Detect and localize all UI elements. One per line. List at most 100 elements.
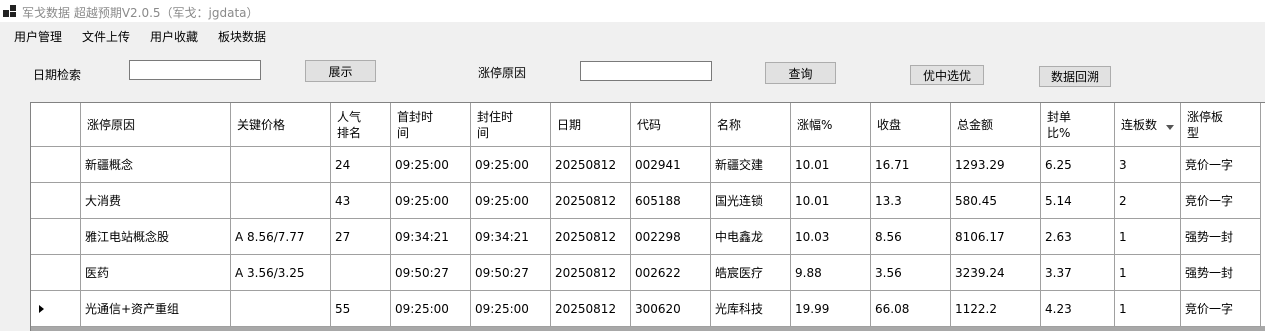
cell-key-price[interactable]: A 3.56/3.25 (231, 255, 331, 291)
cell-total-amount[interactable]: 8106.17 (951, 219, 1041, 255)
cell-close[interactable]: 13.3 (871, 183, 951, 219)
column-header-limit-reason[interactable]: 涨停原因 (81, 103, 231, 147)
cell-seal-ratio[interactable]: 2.63 (1041, 219, 1115, 255)
cell-popularity-rank[interactable] (331, 255, 391, 291)
menu-file-upload[interactable]: 文件上传 (82, 28, 130, 45)
cell-limit-reason[interactable]: 大消费 (81, 183, 231, 219)
cell-change-pct[interactable]: 10.01 (791, 147, 871, 183)
cell-key-price[interactable] (231, 291, 331, 327)
cell-name[interactable]: 中电鑫龙 (711, 219, 791, 255)
cell-name[interactable]: 新疆交建 (711, 147, 791, 183)
column-header-close[interactable]: 收盘 (871, 103, 951, 147)
cell-close[interactable]: 8.56 (871, 219, 951, 255)
column-header-change-pct[interactable]: 涨幅% (791, 103, 871, 147)
row-header[interactable] (31, 291, 81, 327)
cell-seal-ratio[interactable]: 6.25 (1041, 147, 1115, 183)
cell-date[interactable]: 20250812 (551, 255, 631, 291)
cell-seal-time[interactable]: 09:25:00 (471, 183, 551, 219)
cell-key-price[interactable]: A 8.56/7.77 (231, 219, 331, 255)
cell-total-amount[interactable]: 3239.24 (951, 255, 1041, 291)
limit-up-table[interactable]: 涨停原因 关键价格 人气 排名 首封时 间 封住时 间 日期 代码 名称 涨幅% 收盘 总金额 封单 … (30, 102, 1265, 331)
row-header[interactable] (31, 183, 81, 219)
cell-total-amount[interactable]: 1293.29 (951, 147, 1041, 183)
cell-consecutive-boards[interactable]: 1 (1115, 291, 1181, 327)
cell-change-pct[interactable]: 9.88 (791, 255, 871, 291)
menu-sector-data[interactable]: 板块数据 (218, 28, 266, 45)
row-header[interactable] (31, 219, 81, 255)
cell-popularity-rank[interactable]: 43 (331, 183, 391, 219)
cell-seal-time[interactable]: 09:34:21 (471, 219, 551, 255)
cell-code[interactable]: 002941 (631, 147, 711, 183)
cell-limit-type[interactable]: 强势一封 (1181, 219, 1261, 255)
cell-close[interactable]: 16.71 (871, 147, 951, 183)
cell-consecutive-boards[interactable]: 2 (1115, 183, 1181, 219)
column-header-popularity-rank[interactable]: 人气 排名 (331, 103, 391, 147)
cell-limit-type[interactable]: 竞价一字 (1181, 291, 1261, 327)
cell-name[interactable]: 光库科技 (711, 291, 791, 327)
cell-limit-reason[interactable]: 医药 (81, 255, 231, 291)
cell-key-price[interactable] (231, 183, 331, 219)
column-header-consecutive-boards[interactable]: 连板数 (1115, 103, 1181, 147)
cell-popularity-rank[interactable]: 27 (331, 219, 391, 255)
cell-seal-time[interactable]: 09:25:00 (471, 147, 551, 183)
cell-seal-ratio[interactable]: 4.23 (1041, 291, 1115, 327)
cell-limit-type[interactable]: 竞价一字 (1181, 183, 1261, 219)
cell-seal-ratio[interactable]: 3.37 (1041, 255, 1115, 291)
date-search-input[interactable] (129, 60, 261, 80)
cell-consecutive-boards[interactable]: 1 (1115, 219, 1181, 255)
column-header-date[interactable]: 日期 (551, 103, 631, 147)
cell-seal-time[interactable]: 09:25:00 (471, 291, 551, 327)
cell-date[interactable]: 20250812 (551, 183, 631, 219)
column-header-limit-type[interactable]: 涨停板 型 (1181, 103, 1261, 147)
cell-change-pct[interactable]: 19.99 (791, 291, 871, 327)
cell-total-amount[interactable]: 580.45 (951, 183, 1041, 219)
menu-user-management[interactable]: 用户管理 (14, 28, 62, 45)
cell-close[interactable]: 66.08 (871, 291, 951, 327)
limit-reason-input[interactable] (580, 61, 712, 81)
cell-limit-type[interactable]: 强势一封 (1181, 255, 1261, 291)
data-backtest-button[interactable]: 数据回溯 (1039, 66, 1111, 87)
row-header[interactable] (31, 255, 81, 291)
cell-seal-time[interactable]: 09:50:27 (471, 255, 551, 291)
cell-code[interactable]: 002298 (631, 219, 711, 255)
show-button[interactable]: 展示 (305, 60, 376, 82)
cell-date[interactable]: 20250812 (551, 219, 631, 255)
cell-code[interactable]: 300620 (631, 291, 711, 327)
cell-popularity-rank[interactable]: 55 (331, 291, 391, 327)
cell-consecutive-boards[interactable]: 1 (1115, 255, 1181, 291)
menu-user-favorites[interactable]: 用户收藏 (150, 28, 198, 45)
cell-first-seal-time[interactable]: 09:25:00 (391, 291, 471, 327)
cell-consecutive-boards[interactable]: 3 (1115, 147, 1181, 183)
cell-name[interactable]: 皓宸医疗 (711, 255, 791, 291)
cell-close[interactable]: 3.56 (871, 255, 951, 291)
select-best-button[interactable]: 优中选优 (910, 65, 984, 85)
column-header-name[interactable]: 名称 (711, 103, 791, 147)
cell-date[interactable]: 20250812 (551, 147, 631, 183)
cell-seal-ratio[interactable]: 5.14 (1041, 183, 1115, 219)
cell-code[interactable]: 605188 (631, 183, 711, 219)
cell-total-amount[interactable]: 1122.2 (951, 291, 1041, 327)
cell-limit-reason[interactable]: 雅江电站概念股 (81, 219, 231, 255)
column-header-key-price[interactable]: 关键价格 (231, 103, 331, 147)
row-header[interactable] (31, 147, 81, 183)
column-header-code[interactable]: 代码 (631, 103, 711, 147)
cell-code[interactable]: 002622 (631, 255, 711, 291)
cell-date[interactable]: 20250812 (551, 291, 631, 327)
header-corner[interactable] (31, 103, 81, 147)
cell-key-price[interactable] (231, 147, 331, 183)
column-header-seal-ratio[interactable]: 封单 比% (1041, 103, 1115, 147)
cell-first-seal-time[interactable]: 09:25:00 (391, 147, 471, 183)
cell-first-seal-time[interactable]: 09:34:21 (391, 219, 471, 255)
query-button[interactable]: 查询 (765, 62, 836, 84)
cell-limit-reason[interactable]: 新疆概念 (81, 147, 231, 183)
column-header-seal-time[interactable]: 封住时 间 (471, 103, 551, 147)
column-header-total-amount[interactable]: 总金额 (951, 103, 1041, 147)
cell-limit-reason[interactable]: 光通信+资产重组 (81, 291, 231, 327)
cell-popularity-rank[interactable]: 24 (331, 147, 391, 183)
cell-first-seal-time[interactable]: 09:50:27 (391, 255, 471, 291)
cell-change-pct[interactable]: 10.01 (791, 183, 871, 219)
column-header-first-seal-time[interactable]: 首封时 间 (391, 103, 471, 147)
cell-change-pct[interactable]: 10.03 (791, 219, 871, 255)
cell-first-seal-time[interactable]: 09:25:00 (391, 183, 471, 219)
cell-name[interactable]: 国光连锁 (711, 183, 791, 219)
